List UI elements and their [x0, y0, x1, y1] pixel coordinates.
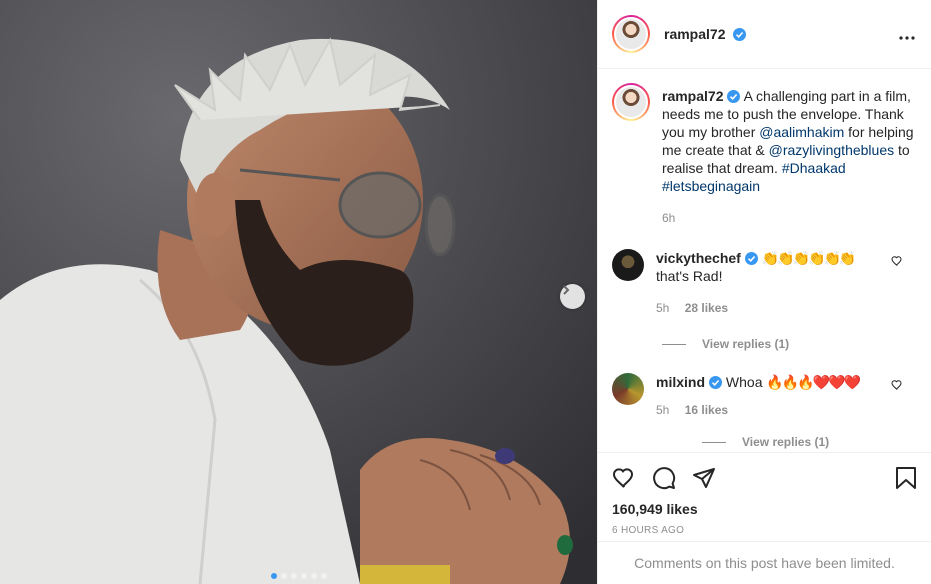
verified-icon	[709, 376, 723, 389]
comment-username[interactable]: milxind	[656, 374, 705, 390]
more-icon	[899, 35, 915, 40]
comments-list[interactable]: rampal72 A challenging part in a film, n…	[598, 69, 931, 452]
photo-image	[0, 0, 597, 584]
author-name[interactable]: rampal72	[664, 26, 725, 42]
post-side-panel: rampal72 rampal72 A challenging part in …	[597, 0, 931, 584]
mention-link[interactable]: @aalimhakim	[759, 124, 844, 140]
view-replies-button[interactable]: View replies (1)	[662, 435, 915, 449]
comment-meta: 5h 28 likes	[656, 299, 915, 317]
caption: rampal72 A challenging part in a film, n…	[612, 83, 915, 227]
caption-body: rampal72 A challenging part in a film, n…	[662, 87, 915, 227]
caption-username[interactable]: rampal72	[662, 88, 723, 104]
verified-icon	[733, 28, 747, 41]
post-header: rampal72	[598, 0, 931, 69]
post-timestamp[interactable]: 6 HOURS AGO	[612, 525, 917, 536]
caption-time[interactable]: 6h	[662, 211, 675, 225]
carousel-dot	[270, 573, 277, 579]
carousel-dot	[320, 573, 327, 579]
verified-icon	[727, 90, 741, 103]
verified-icon	[744, 252, 758, 265]
comment-emoji: 👏👏👏👏👏👏	[761, 250, 857, 266]
comment-likes[interactable]: 16 likes	[685, 403, 728, 417]
comment-time[interactable]: 5h	[656, 403, 669, 417]
comment-item: vickythechef 👏👏👏👏👏👏 that's Rad! 5h 28 li…	[612, 249, 915, 317]
comments-limited-notice: Comments on this post have been limited.	[598, 541, 931, 584]
like-comment-heart-icon[interactable]	[891, 255, 903, 267]
like-comment-heart-icon[interactable]	[891, 379, 903, 391]
author-username[interactable]: rampal72	[664, 26, 747, 42]
mention-link[interactable]: @razylivingtheblues	[769, 142, 895, 158]
save-icon[interactable]	[895, 466, 917, 490]
comment-text: that's Rad!	[656, 268, 723, 284]
chevron-right-icon	[563, 285, 570, 295]
likes-count[interactable]: 160,949 likes	[612, 501, 917, 517]
comment-emoji: 🔥🔥🔥❤️❤️❤️	[766, 374, 861, 390]
carousel-dot	[290, 573, 297, 579]
more-options-button[interactable]	[899, 24, 915, 45]
carousel-dot	[300, 573, 307, 579]
hashtag-link[interactable]: #Dhaakad	[782, 160, 846, 176]
comment-body: milxind Whoa 🔥🔥🔥❤️❤️❤️ 5h 16 likes	[656, 373, 915, 419]
heart-icon[interactable]	[612, 466, 636, 490]
comment-icon[interactable]	[652, 466, 676, 490]
carousel-indicator	[0, 573, 597, 579]
commenter-avatar[interactable]	[612, 373, 644, 405]
comment-body: vickythechef 👏👏👏👏👏👏 that's Rad! 5h 28 li…	[656, 249, 915, 317]
commenter-avatar[interactable]	[612, 249, 644, 281]
comment-text: Whoa	[725, 374, 763, 390]
comment-meta: 5h 16 likes	[656, 401, 915, 419]
caption-meta: 6h	[662, 209, 915, 227]
comment-time[interactable]: 5h	[656, 301, 669, 315]
action-icons	[612, 463, 917, 493]
comment-item: milxind Whoa 🔥🔥🔥❤️❤️❤️ 5h 16 likes	[612, 373, 915, 419]
next-slide-button[interactable]	[560, 284, 585, 309]
post-actions: 160,949 likes 6 HOURS AGO	[598, 452, 931, 536]
share-icon[interactable]	[692, 466, 716, 490]
hashtag-link[interactable]: #letsbeginagain	[662, 178, 760, 194]
post-container: rampal72 rampal72 A challenging part in …	[0, 0, 931, 584]
comment-likes[interactable]: 28 likes	[685, 301, 728, 315]
post-photo[interactable]	[0, 0, 597, 584]
comment-username[interactable]: vickythechef	[656, 250, 741, 266]
author-avatar[interactable]	[612, 15, 650, 53]
carousel-dot	[280, 573, 287, 579]
author-avatar[interactable]	[612, 83, 650, 121]
carousel-dot	[310, 573, 317, 579]
view-replies-button[interactable]: View replies (1)	[662, 337, 915, 351]
